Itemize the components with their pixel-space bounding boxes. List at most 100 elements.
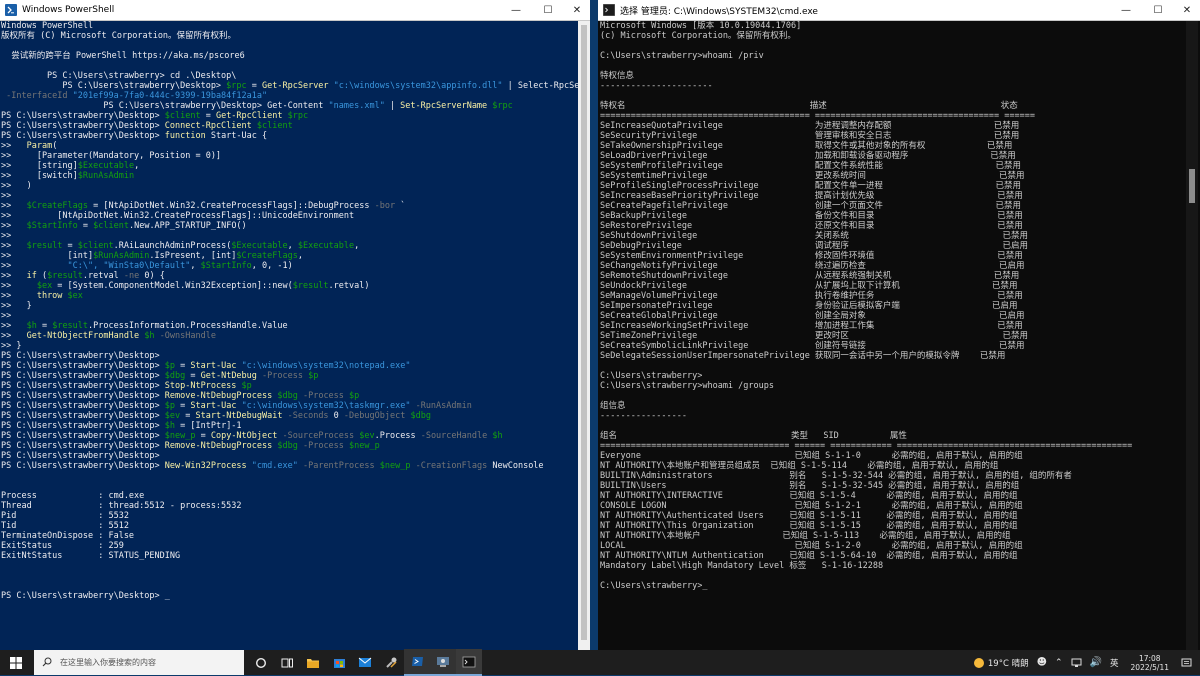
- console-token: $dbg: [410, 411, 431, 421]
- console-token: Pid : 5532: [1, 511, 129, 521]
- console-token: if: [26, 271, 37, 281]
- console-line: >> [string]$Executable,: [1, 161, 579, 171]
- minimize-button[interactable]: —: [1110, 0, 1142, 20]
- console-token: $result: [47, 271, 83, 281]
- console-line: C:\Users\strawberry>whoami /groups: [600, 381, 774, 391]
- tools-icon[interactable]: [378, 650, 404, 675]
- console-token: Copy-NtObject: [210, 431, 278, 441]
- maximize-button[interactable]: ☐: [1142, 0, 1174, 20]
- console-token: -DebugObject: [343, 411, 406, 421]
- console-token: $client: [164, 111, 201, 121]
- cmd-window[interactable]: 选择 管理员: C:\Windows\SYSTEM32\cmd.exe — ☐ …: [598, 0, 1200, 650]
- user-icon[interactable]: ☻: [1033, 657, 1051, 668]
- powershell-scrollbar[interactable]: [578, 21, 590, 650]
- powershell-icon[interactable]: [404, 649, 430, 676]
- close-button[interactable]: ✕: [564, 0, 590, 20]
- powershell-window[interactable]: Windows PowerShell — ☐ ✕ Windows PowerSh…: [0, 0, 590, 650]
- search-placeholder: 在这里输入你要搜索的内容: [60, 658, 156, 667]
- console-token: Get-RpcServer: [262, 81, 329, 91]
- console-token: `: [395, 201, 406, 211]
- console-line: >> [switch]$RunAsAdmin: [1, 171, 579, 181]
- volume-icon[interactable]: 🔊: [1086, 657, 1106, 668]
- console-line: PS C:\Users\strawberry\Desktop> $p = Sta…: [1, 361, 579, 371]
- console-line: SeRestorePrivilege 还原文件和目录 已禁用: [600, 221, 1023, 231]
- console-token: >>: [1, 271, 27, 281]
- console-token: Remove-NtDebugProcess: [164, 441, 273, 451]
- console-line: >> $result = $client.RAiLaunchAdminProce…: [1, 241, 579, 251]
- notification-icon[interactable]: [1177, 658, 1200, 668]
- close-button[interactable]: ✕: [1174, 0, 1200, 20]
- network-icon[interactable]: [1067, 658, 1086, 668]
- powershell-scroll-thumb[interactable]: [581, 25, 587, 640]
- cmd-scroll-thumb[interactable]: [1189, 169, 1195, 203]
- cortana-icon[interactable]: [248, 650, 274, 675]
- cmd-console[interactable]: Microsoft Windows [版本 10.0.19044.1706] (c…: [598, 21, 1186, 650]
- console-token: PS C:\Users\strawberry\Desktop>: [1, 371, 165, 381]
- powershell-title-icon: [4, 3, 18, 17]
- chevron-up-icon[interactable]: ⌃: [1051, 658, 1067, 668]
- task-view-icon[interactable]: [274, 650, 300, 675]
- console-token: = [IntPtr]-1: [175, 421, 242, 431]
- console-token: $ex: [36, 281, 53, 291]
- console-line: >> Get-NtObjectFromHandle $h -OwnsHandle: [1, 331, 579, 341]
- console-token: >>: [1, 281, 37, 291]
- console-token: $h: [26, 321, 37, 331]
- console-token: TerminateOnDispose : False: [1, 531, 135, 541]
- console-line: Mandatory Label\High Mandatory Level 标签 …: [600, 561, 884, 571]
- console-line: SeChangeNotifyPrivilege 绕过遍历检查 已启用: [600, 261, 1025, 271]
- console-line: 组信息: [600, 401, 626, 411]
- console-token: $p: [308, 371, 319, 381]
- cmd-scrollbar[interactable]: [1186, 21, 1198, 650]
- console-line: SeSystemEnvironmentPrivilege 修改固件环境值 已禁用: [600, 251, 1023, 261]
- weather-widget[interactable]: 19°C 晴朗: [970, 657, 1033, 669]
- console-token: $Executable: [231, 241, 288, 251]
- console-line: PS C:\Users\strawberry> cd .\Desktop\: [1, 71, 579, 81]
- console-token: =: [175, 401, 191, 411]
- powershell-titlebar[interactable]: Windows PowerShell — ☐ ✕: [0, 0, 590, 21]
- console-line: ===================================== ==…: [600, 441, 1133, 451]
- minimize-button[interactable]: —: [500, 0, 532, 20]
- powershell-console[interactable]: Windows PowerShell 版权所有 (C) Microsoft Cor…: [0, 21, 590, 650]
- console-token: (: [52, 141, 58, 151]
- console-token: >> }: [1, 301, 32, 311]
- console-token: function: [164, 131, 206, 141]
- console-token: >>: [1, 261, 68, 271]
- console-token: .retval: [82, 271, 124, 281]
- maximize-button[interactable]: ☐: [532, 0, 564, 20]
- console-token: PS C:\Users\strawberry\Desktop>: [1, 431, 165, 441]
- ime-indicator[interactable]: 英: [1106, 657, 1123, 669]
- console-token: PS C:\Users\strawberry\Desktop>: [1, 81, 227, 91]
- console-token: $h: [492, 431, 503, 441]
- console-line: PS C:\Users\strawberry\Desktop> Connect-…: [1, 121, 579, 131]
- admin-tool-icon[interactable]: [430, 649, 456, 676]
- console-token: -Process: [262, 371, 303, 381]
- file-explorer-icon[interactable]: [300, 650, 326, 675]
- console-token: -Process: [302, 391, 344, 401]
- console-token: =: [185, 371, 201, 381]
- windows-start-icon[interactable]: [0, 650, 32, 675]
- console-token: "c:\windows\system32\taskmgr.exe": [241, 401, 411, 411]
- console-line: >>: [1, 191, 579, 201]
- console-line: >> throw $ex: [1, 291, 579, 301]
- console-token: Get-NtObjectFromHandle: [26, 331, 140, 341]
- console-token: |: [384, 101, 401, 111]
- console-token: =: [246, 81, 263, 91]
- clock[interactable]: 17:08 2022/5/11: [1123, 654, 1177, 672]
- console-line: ExitStatus : 259: [1, 541, 579, 551]
- store-icon[interactable]: [326, 650, 352, 675]
- console-token: $ex: [67, 291, 83, 301]
- console-token: $Executable: [297, 241, 355, 251]
- console-line: PS C:\Users\strawberry\Desktop> Get-Cont…: [1, 101, 579, 111]
- console-token: 版权所有 (C) Microsoft Corporation。保留所有权利。: [1, 31, 237, 41]
- console-line: PS C:\Users\strawberry\Desktop> _: [1, 591, 579, 601]
- cmd-icon[interactable]: [456, 649, 482, 676]
- taskbar-search-box[interactable]: 在这里输入你要搜索的内容: [34, 650, 244, 675]
- console-token: Start-Uac {: [205, 131, 268, 141]
- console-line: SeIncreaseWorkingSetPrivilege 增加进程工作集 已禁…: [600, 321, 1023, 331]
- cmd-titlebar[interactable]: 选择 管理员: C:\Windows\SYSTEM32\cmd.exe — ☐ …: [598, 0, 1200, 21]
- console-line: SeRemoteShutdownPrivilege 从远程系统强制关机 已禁用: [600, 271, 1020, 281]
- mail-icon[interactable]: [352, 650, 378, 675]
- console-token: >> }: [1, 341, 22, 351]
